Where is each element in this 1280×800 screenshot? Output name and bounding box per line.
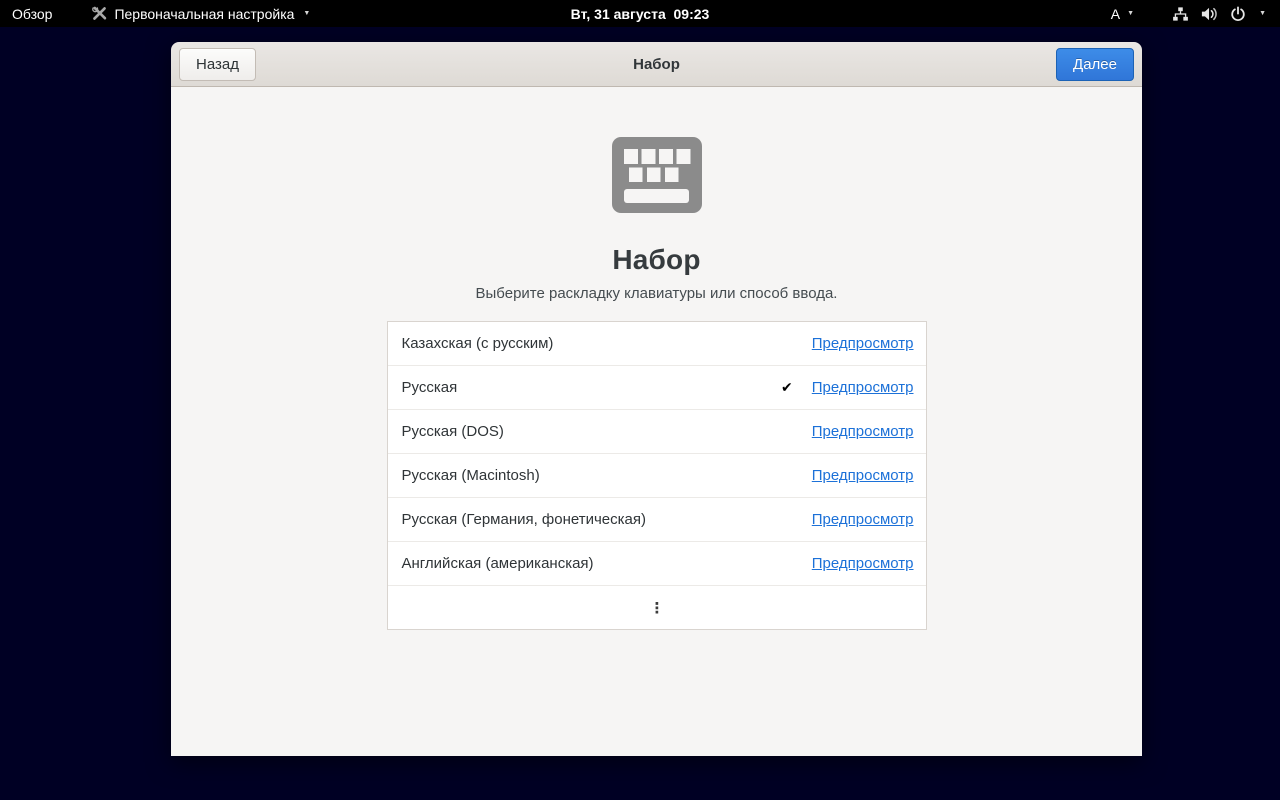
layout-row[interactable]: Русская✔ Предпросмотр bbox=[388, 366, 926, 410]
layout-name: Русская (DOS) bbox=[402, 423, 812, 440]
preview-link[interactable]: Предпросмотр bbox=[812, 335, 914, 352]
layout-name: Казахская (с русским) bbox=[402, 335, 812, 352]
page-subtitle: Выберите раскладку клавиатуры или способ… bbox=[476, 285, 838, 302]
typing-page: Набор Выберите раскладку клавиатуры или … bbox=[171, 87, 1142, 756]
chevron-down-icon: ▼ bbox=[303, 10, 310, 17]
check-icon: ✔ bbox=[781, 379, 793, 396]
preview-link[interactable]: Предпросмотр bbox=[812, 511, 914, 528]
chevron-down-icon: ▼ bbox=[1259, 10, 1266, 17]
layout-row[interactable]: Казахская (с русским)Предпросмотр bbox=[388, 322, 926, 366]
input-source-label: A bbox=[1111, 6, 1120, 22]
keyboard-layout-list: Казахская (с русским)ПредпросмотрРусская… bbox=[387, 321, 927, 630]
preview-link[interactable]: Предпросмотр bbox=[812, 555, 914, 572]
clock[interactable]: Вт, 31 августа 09:23 bbox=[571, 0, 710, 27]
preview-link[interactable]: Предпросмотр bbox=[812, 379, 914, 396]
system-status-area[interactable]: ▼ bbox=[1162, 0, 1280, 27]
app-menu-button[interactable]: Первоначальная настройка ▼ bbox=[80, 0, 322, 27]
activities-label: Обзор bbox=[12, 6, 52, 22]
top-bar: Обзор Первоначальная настройка ▼ Вт, 31 … bbox=[0, 0, 1280, 27]
more-layouts-row[interactable]: ⋮ bbox=[388, 586, 926, 629]
desktop: Обзор Первоначальная настройка ▼ Вт, 31 … bbox=[0, 0, 1280, 800]
input-source-indicator[interactable]: A ▼ bbox=[1101, 0, 1144, 27]
layout-name: Русская (Macintosh) bbox=[402, 467, 812, 484]
layout-name: Английская (американская) bbox=[402, 555, 812, 572]
initial-setup-window: Назад Набор Далее Набор Выберите р bbox=[171, 42, 1142, 756]
layout-row[interactable]: Русская (Macintosh)Предпросмотр bbox=[388, 454, 926, 498]
page-title: Набор bbox=[612, 244, 700, 276]
back-button[interactable]: Назад bbox=[179, 48, 256, 81]
layout-row[interactable]: Английская (американская)Предпросмотр bbox=[388, 542, 926, 586]
preview-link[interactable]: Предпросмотр bbox=[812, 423, 914, 440]
layout-row[interactable]: Русская (Германия, фонетическая)Предпрос… bbox=[388, 498, 926, 542]
layout-name: Русская bbox=[402, 379, 782, 396]
next-button[interactable]: Далее bbox=[1056, 48, 1134, 81]
activities-button[interactable]: Обзор bbox=[0, 0, 64, 27]
app-menu-label: Первоначальная настройка bbox=[114, 6, 294, 22]
chevron-down-icon: ▼ bbox=[1127, 10, 1134, 17]
layout-name: Русская (Германия, фонетическая) bbox=[402, 511, 812, 528]
volume-icon bbox=[1200, 6, 1219, 22]
headerbar: Назад Набор Далее bbox=[171, 42, 1142, 87]
layout-row[interactable]: Русская (DOS)Предпросмотр bbox=[388, 410, 926, 454]
headerbar-title: Набор bbox=[633, 56, 680, 73]
tools-icon bbox=[92, 6, 107, 21]
power-icon bbox=[1230, 6, 1246, 22]
wired-network-icon bbox=[1172, 6, 1189, 22]
preview-link[interactable]: Предпросмотр bbox=[812, 467, 914, 484]
keyboard-icon bbox=[612, 137, 702, 218]
